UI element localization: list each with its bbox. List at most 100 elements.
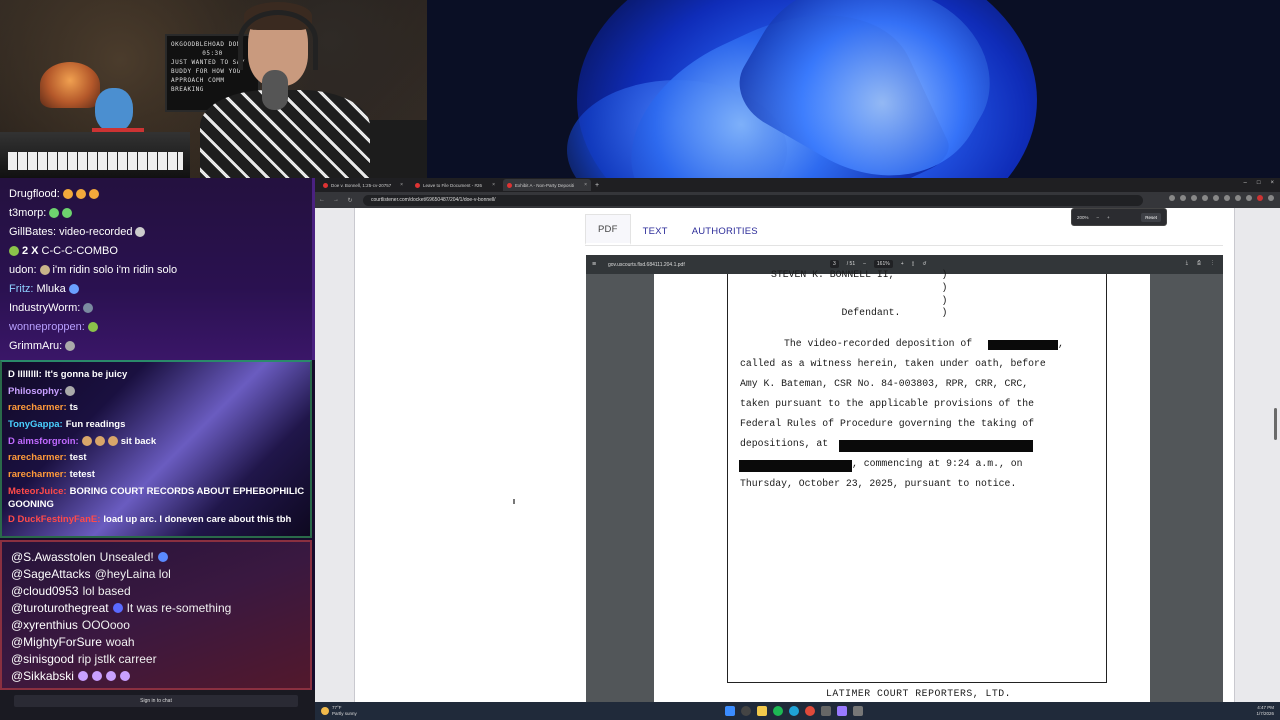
emote-icon	[135, 226, 146, 237]
scrollbar-thumb[interactable]	[1274, 408, 1277, 440]
tab-label: Leave to File Document - #26	[423, 182, 483, 188]
extension-icon[interactable]	[1224, 195, 1230, 201]
pdf-actions: ⤓ ⎙ ⋮	[1186, 260, 1215, 266]
tab-pdf[interactable]: PDF	[585, 214, 631, 245]
edge-icon[interactable]	[789, 706, 799, 716]
chrome-icon[interactable]	[805, 706, 815, 716]
chat-message: wonneproppen:	[0, 317, 312, 336]
chat-username: Philosophy:	[8, 385, 63, 397]
page-number-input[interactable]: 3	[830, 260, 839, 268]
extension-icon[interactable]	[1202, 195, 1208, 201]
rotate-icon[interactable]: ↺	[922, 261, 926, 267]
zoom-minus-button[interactable]: –	[1097, 215, 1100, 220]
tab-authorities[interactable]: AUTHORITIES	[680, 226, 770, 245]
chat-message: GillBates: video-recorded	[0, 222, 312, 241]
chat-message: TonyGappa: Fun readings	[2, 416, 310, 433]
close-tab-icon[interactable]: ×	[400, 182, 403, 188]
search-icon[interactable]	[741, 706, 751, 716]
chat-username: @SageAttacks	[11, 566, 91, 581]
chat-username: @sinisgood	[11, 651, 74, 666]
redaction-box	[739, 460, 852, 472]
chat-column: Drugflood: t3morp: GillBates: video-recor…	[0, 178, 315, 720]
body-line: Federal Rules of Procedure governing the…	[740, 418, 1034, 429]
chat-panel-top: Drugflood: t3morp: GillBates: video-recor…	[0, 178, 315, 360]
zoom-icon[interactable]	[1169, 195, 1175, 201]
extension-icon[interactable]	[1246, 195, 1252, 201]
chat-text: tetest	[69, 468, 95, 480]
zoom-out-icon[interactable]: –	[863, 261, 866, 267]
app-icon[interactable]	[821, 706, 831, 716]
zoom-popup: 200% – + Reset	[1071, 208, 1167, 226]
browser-tab[interactable]: Doe v. Bonnell, 1:25-cv-20757 ×	[319, 179, 407, 191]
chat-message: @S.Awasstolen Unsealed!	[2, 548, 310, 565]
menu-icon[interactable]: ≡	[592, 261, 602, 268]
maximize-icon[interactable]: □	[1257, 180, 1261, 186]
new-tab-button[interactable]: +	[595, 182, 599, 189]
file-explorer-icon[interactable]	[757, 706, 767, 716]
emote-icon	[105, 670, 116, 681]
chat-text: woah	[105, 634, 135, 649]
chat-username: t3morp:	[9, 206, 47, 219]
address-bar[interactable]: courtlistener.com/docket/69650487/204/1/…	[363, 194, 1143, 206]
chat-username: GillBates:	[9, 225, 57, 238]
zoom-plus-button[interactable]: +	[1107, 215, 1110, 220]
zoom-level[interactable]: 161%	[873, 260, 893, 268]
taskbar-clock[interactable]: 4:47 PM 1/7/2026	[1256, 705, 1274, 717]
download-icon[interactable]: ⤓	[1186, 260, 1188, 266]
minimize-icon[interactable]: –	[1244, 180, 1247, 186]
tab-bar: Doe v. Bonnell, 1:25-cv-20757 × Leave to …	[315, 178, 1280, 192]
browser-tab[interactable]: Leave to File Document - #26 ×	[411, 179, 499, 191]
browser-tab-active[interactable]: Exhibit A - Non-Party Depositi ×	[503, 179, 591, 191]
chat-username: Fritz:	[9, 282, 34, 295]
spotify-icon[interactable]	[773, 706, 783, 716]
fit-page-icon[interactable]: ▯	[912, 261, 915, 267]
profile-avatar[interactable]	[1257, 195, 1263, 201]
chat-username: rarecharmer:	[8, 468, 67, 480]
weather-desc: Partly sunny	[332, 711, 357, 716]
caption-line: STEVEN K. BONNELL II, )	[771, 269, 948, 280]
weather-widget[interactable]: 77°F Partly sunny	[321, 705, 357, 717]
chat-username: @xyrenthius	[11, 617, 78, 632]
emote-icon	[49, 207, 60, 218]
reload-icon[interactable]: ↻	[343, 197, 357, 204]
close-tab-icon[interactable]: ×	[584, 182, 587, 188]
chat-text: Fun readings	[65, 418, 126, 430]
body-line: The video-recorded deposition of	[784, 338, 973, 349]
emote-icon	[107, 436, 118, 447]
chat-message: @MightyForSure woah	[2, 633, 310, 650]
tab-label: Doe v. Bonnell, 1:25-cv-20757	[331, 182, 392, 188]
print-icon[interactable]: ⎙	[1197, 260, 1201, 266]
page-total: / 51	[846, 261, 856, 267]
streamer	[200, 0, 370, 178]
extension-icon[interactable]	[1213, 195, 1219, 201]
sign-in-to-chat-button[interactable]: Sign in to chat	[14, 695, 298, 707]
chat-username: @turoturothegreat	[11, 600, 109, 615]
chat-text: load up arc. I doneven care about this t…	[103, 513, 292, 525]
extension-icon[interactable]	[1235, 195, 1241, 201]
headset	[238, 10, 318, 70]
app-icon[interactable]	[837, 706, 847, 716]
page-divider	[354, 208, 355, 702]
browser-window: Doe v. Bonnell, 1:25-cv-20757 × Leave to …	[315, 178, 1280, 702]
zoom-reset-button[interactable]: Reset	[1141, 212, 1161, 222]
close-tab-icon[interactable]: ×	[492, 182, 495, 188]
forward-icon[interactable]: →	[329, 197, 343, 203]
chat-message: @SageAttacks @heyLaina lol	[2, 565, 310, 582]
chat-username: GrimmAru:	[9, 339, 63, 352]
chat-text: rip jstlk carreer	[77, 651, 157, 666]
desktop-wallpaper	[427, 0, 1280, 178]
close-window-icon[interactable]: ×	[1270, 180, 1274, 186]
tab-text[interactable]: TEXT	[631, 226, 680, 245]
app-icon[interactable]	[853, 706, 863, 716]
chat-footer: Sign in to chat	[0, 690, 315, 720]
chat-message: GrimmAru:	[0, 336, 312, 355]
back-icon[interactable]: ←	[315, 197, 329, 203]
zoom-in-icon[interactable]: +	[901, 261, 904, 267]
chat-username: D DuckFestinyFanE:	[8, 513, 101, 525]
chat-username: D aimsforgroin:	[8, 435, 79, 447]
menu-icon[interactable]	[1268, 195, 1274, 201]
windows-start-icon[interactable]	[725, 706, 735, 716]
star-icon[interactable]	[1180, 195, 1186, 201]
extension-icon[interactable]	[1191, 195, 1197, 201]
more-icon[interactable]: ⋮	[1210, 260, 1215, 266]
